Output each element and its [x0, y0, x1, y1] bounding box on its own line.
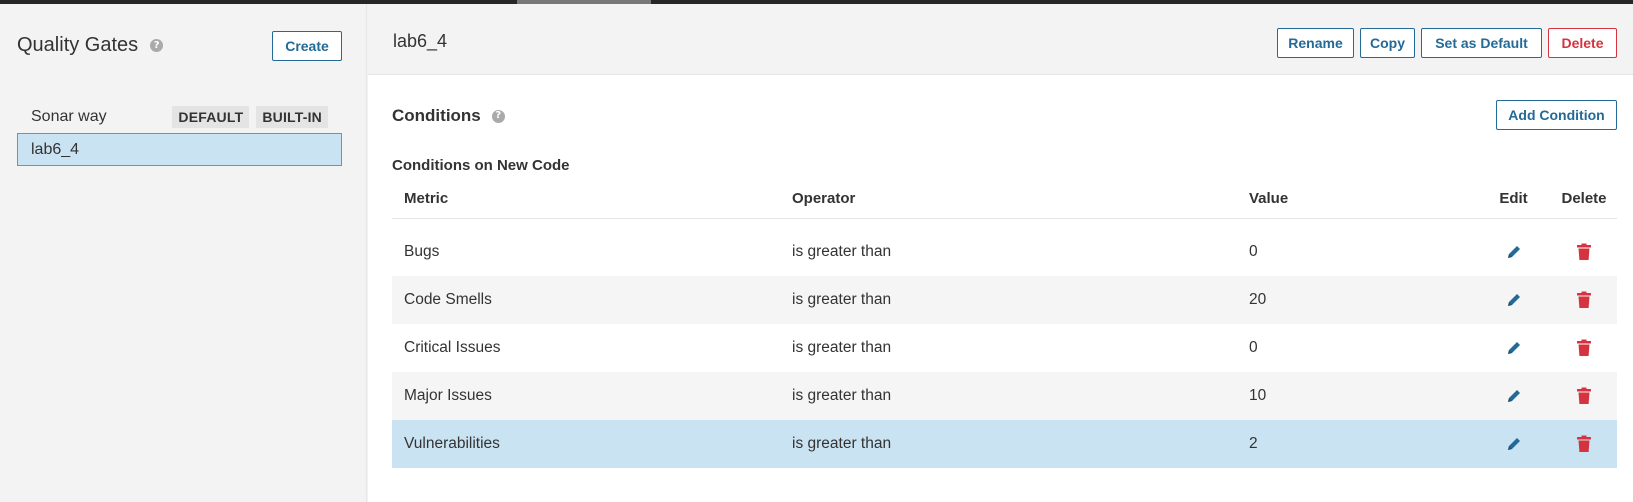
value-cell: 2	[1249, 435, 1258, 452]
create-button[interactable]: Create	[272, 31, 342, 61]
gate-item-label: lab6_4	[31, 140, 80, 158]
pencil-icon[interactable]	[1504, 338, 1524, 358]
column-header-edit: Edit	[1499, 190, 1528, 207]
table-row: Critical Issues is greater than 0	[392, 324, 1617, 372]
column-header-metric: Metric	[404, 190, 449, 207]
sidebar-title: Quality Gates ?	[17, 34, 164, 57]
column-header-operator: Operator	[792, 190, 856, 207]
help-icon[interactable]: ?	[491, 109, 505, 123]
metric-cell: Bugs	[404, 243, 440, 260]
table-row: Major Issues is greater than 10	[392, 372, 1617, 420]
gate-item-sonar-way[interactable]: Sonar way DEFAULT BUILT-IN	[17, 100, 342, 133]
trash-icon[interactable]	[1574, 290, 1594, 310]
metric-cell: Vulnerabilities	[404, 435, 500, 452]
built-in-badge: BUILT-IN	[256, 105, 328, 128]
conditions-table: Metric Operator Value Edit Delete Bugs i…	[392, 179, 1617, 468]
operator-cell: is greater than	[792, 243, 892, 260]
rename-button[interactable]: Rename	[1277, 28, 1354, 58]
gate-actions: Rename Copy Set as Default Delete	[1277, 28, 1617, 58]
trash-icon[interactable]	[1574, 338, 1594, 358]
table-row: Vulnerabilities is greater than 2	[392, 420, 1617, 468]
pencil-icon[interactable]	[1504, 242, 1524, 262]
table-header: Metric Operator Value Edit Delete	[392, 179, 1617, 219]
metric-cell: Critical Issues	[404, 339, 501, 356]
gate-badges: DEFAULT BUILT-IN	[172, 105, 328, 128]
pencil-icon[interactable]	[1504, 434, 1524, 454]
pencil-icon[interactable]	[1504, 386, 1524, 406]
conditions-heading: Conditions ?	[392, 106, 505, 126]
operator-cell: is greater than	[792, 339, 892, 356]
pencil-icon[interactable]	[1504, 290, 1524, 310]
column-header-value: Value	[1249, 190, 1289, 207]
table-row: Bugs is greater than 0	[392, 228, 1617, 276]
trash-icon[interactable]	[1574, 242, 1594, 262]
add-condition-button[interactable]: Add Condition	[1496, 100, 1617, 130]
value-cell: 10	[1249, 387, 1267, 404]
conditions-panel: Conditions ? Add Condition Conditions on…	[368, 75, 1633, 502]
metric-cell: Major Issues	[404, 387, 492, 404]
conditions-heading-text: Conditions	[392, 106, 481, 125]
column-header-delete: Delete	[1561, 190, 1607, 207]
gate-details-header: lab6_4 Rename Copy Set as Default Delete	[368, 4, 1633, 75]
section-title: Conditions on New Code	[392, 157, 570, 174]
operator-cell: is greater than	[792, 387, 892, 404]
gate-item-lab6-4[interactable]: lab6_4	[17, 133, 342, 166]
trash-icon[interactable]	[1574, 386, 1594, 406]
help-icon[interactable]: ?	[150, 39, 164, 52]
page-title: lab6_4	[393, 31, 448, 51]
copy-button[interactable]: Copy	[1360, 28, 1415, 58]
gate-item-label: Sonar way	[31, 107, 107, 125]
value-cell: 20	[1249, 291, 1267, 308]
sidebar-title-text: Quality Gates	[17, 34, 139, 56]
quality-gates-sidebar: Quality Gates ? Create Sonar way DEFAULT…	[0, 4, 367, 502]
set-as-default-button[interactable]: Set as Default	[1421, 28, 1542, 58]
operator-cell: is greater than	[792, 435, 892, 452]
metric-cell: Code Smells	[404, 291, 492, 308]
operator-cell: is greater than	[792, 291, 892, 308]
value-cell: 0	[1249, 339, 1258, 356]
table-row: Code Smells is greater than 20	[392, 276, 1617, 324]
default-badge: DEFAULT	[172, 105, 250, 128]
trash-icon[interactable]	[1574, 434, 1594, 454]
quality-gate-list: Sonar way DEFAULT BUILT-IN lab6_4	[17, 100, 342, 166]
value-cell: 0	[1249, 243, 1258, 260]
delete-gate-button[interactable]: Delete	[1548, 28, 1617, 58]
